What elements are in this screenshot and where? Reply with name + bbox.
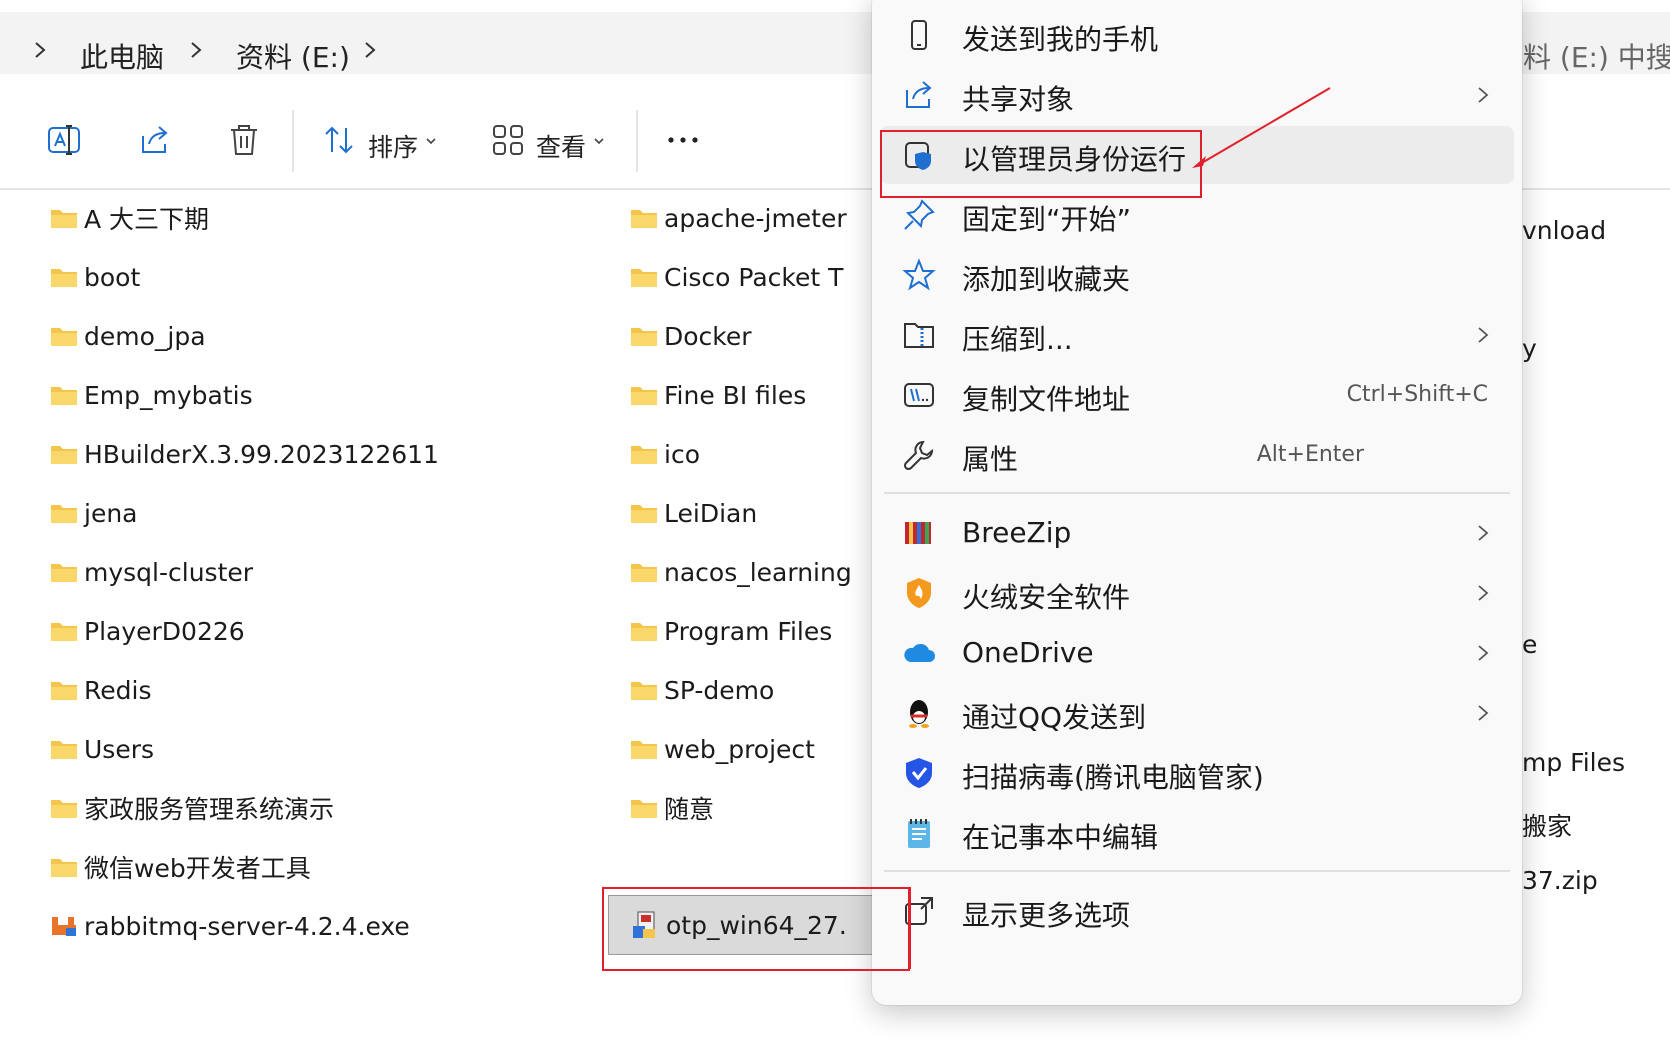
- annotation-arrowhead: [1192, 156, 1206, 168]
- annotation-connector: [908, 887, 911, 970]
- annotation-arrow-line: [1199, 87, 1331, 165]
- annotation-arrows: [908, 87, 1331, 970]
